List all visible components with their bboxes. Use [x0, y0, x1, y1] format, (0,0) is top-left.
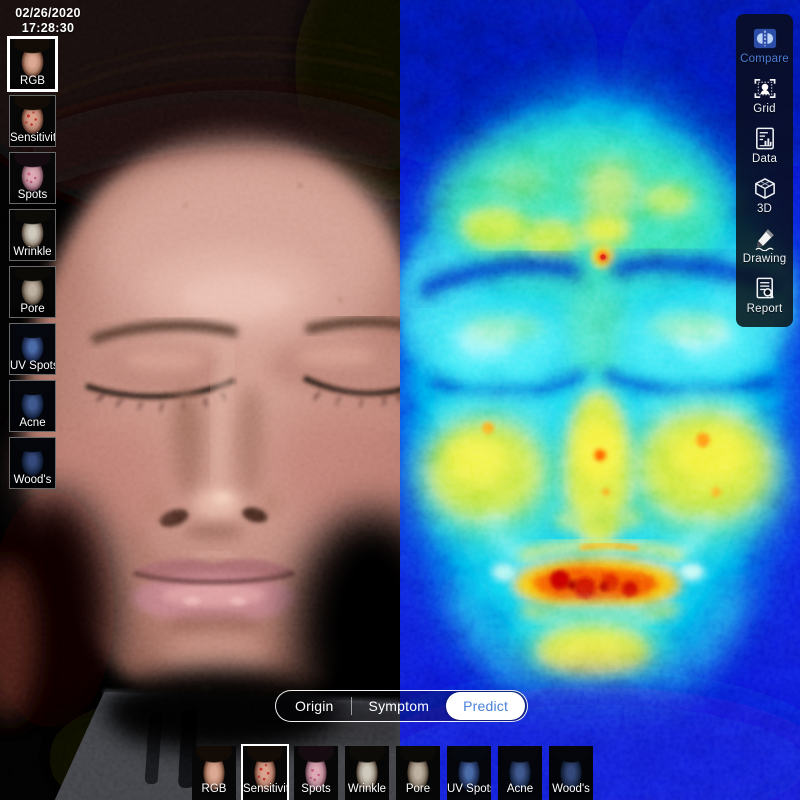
mode-thumb-acne[interactable]: Acne: [9, 380, 56, 432]
segment-predict[interactable]: Predict: [446, 692, 525, 720]
compare-icon: [752, 26, 778, 51]
tool-label: Compare: [740, 53, 789, 65]
tool-label: Report: [747, 303, 783, 315]
strip-thumb-label: Pore: [396, 782, 440, 797]
mode-thumb-wrinkle[interactable]: Wrinkle: [9, 209, 56, 261]
capture-date: 02/26/2020: [4, 6, 92, 21]
mode-thumb-sensitivity[interactable]: Sensitivity: [9, 95, 56, 147]
mode-thumb-rgb[interactable]: RGB: [9, 38, 56, 90]
strip-thumb-wrinkle[interactable]: Wrinkle: [345, 746, 389, 800]
mode-thumb-label: Wrinkle: [10, 245, 55, 260]
strip-thumb-label: Acne: [498, 782, 542, 797]
view-mode-toggle: Origin Symptom Predict: [275, 690, 528, 722]
tool-label: Data: [752, 153, 777, 165]
tool-data[interactable]: Data: [736, 121, 793, 171]
mode-thumb-woods[interactable]: Wood's: [9, 437, 56, 489]
mode-thumb-pore[interactable]: Pore: [9, 266, 56, 318]
tool-3d[interactable]: 3D: [736, 171, 793, 221]
origin-photo-image: [0, 0, 400, 800]
tool-label: Grid: [753, 103, 776, 115]
tool-label: 3D: [757, 203, 772, 215]
tool-compare[interactable]: Compare: [736, 21, 793, 71]
strip-thumb-label: Sensitivity: [243, 782, 287, 797]
strip-thumb-sensitivity[interactable]: Sensitivity: [243, 746, 287, 800]
segment-origin[interactable]: Origin: [278, 692, 351, 720]
mode-thumbnail-strip: RGB Sensitivity Spots Wrinkle Pore UV Sp…: [192, 746, 593, 800]
capture-timestamp: 02/26/2020 17:28:30: [4, 6, 92, 37]
strip-thumb-label: Spots: [294, 782, 338, 797]
grid-icon: [752, 76, 778, 101]
mode-thumbnail-sidebar: RGB Sensitivity Spots Wrinkle Pore UV Sp…: [9, 38, 56, 489]
mode-thumb-label: Wood's: [10, 473, 55, 488]
strip-thumb-pore[interactable]: Pore: [396, 746, 440, 800]
mode-thumb-label: Pore: [10, 302, 55, 317]
3d-icon: [752, 176, 778, 201]
tool-label: Drawing: [743, 253, 787, 265]
origin-photo-view: [0, 0, 400, 800]
strip-thumb-label: UV Spots: [447, 782, 491, 797]
tool-grid[interactable]: Grid: [736, 71, 793, 121]
strip-thumb-rgb[interactable]: RGB: [192, 746, 236, 800]
strip-thumb-label: RGB: [192, 782, 236, 797]
mode-thumb-label: Acne: [10, 416, 55, 431]
tool-report[interactable]: Report: [736, 271, 793, 321]
strip-thumb-spots[interactable]: Spots: [294, 746, 338, 800]
strip-thumb-label: Wrinkle: [345, 782, 389, 797]
tool-drawing[interactable]: Drawing: [736, 221, 793, 271]
mode-thumb-uv-spots[interactable]: UV Spots: [9, 323, 56, 375]
data-icon: [752, 126, 778, 151]
mode-thumb-label: RGB: [10, 74, 55, 89]
strip-thumb-label: Wood's: [549, 782, 593, 797]
skin-analysis-screen: 02/26/2020 17:28:30 RGB Sensitivity Spot…: [0, 0, 800, 800]
segment-symptom[interactable]: Symptom: [352, 692, 447, 720]
mode-thumb-label: UV Spots: [10, 359, 55, 374]
drawing-icon: [752, 226, 778, 251]
strip-thumb-acne[interactable]: Acne: [498, 746, 542, 800]
strip-thumb-uv-spots[interactable]: UV Spots: [447, 746, 491, 800]
mode-thumb-spots[interactable]: Spots: [9, 152, 56, 204]
report-icon: [752, 276, 778, 301]
mode-thumb-label: Sensitivity: [10, 131, 55, 146]
tool-panel: Compare Grid: [736, 14, 793, 327]
capture-time: 17:28:30: [4, 21, 92, 36]
mode-thumb-label: Spots: [10, 188, 55, 203]
strip-thumb-woods[interactable]: Wood's: [549, 746, 593, 800]
